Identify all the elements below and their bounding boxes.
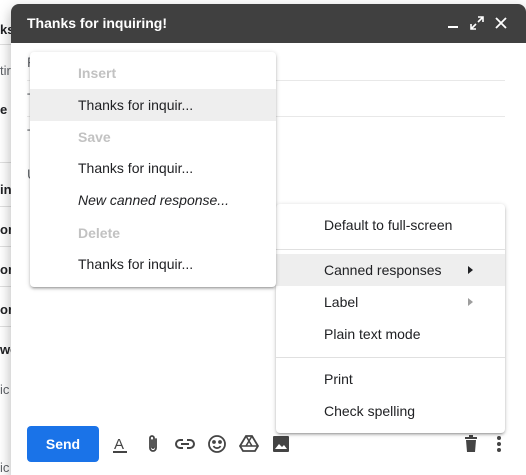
- formatting-options-icon[interactable]: A: [110, 433, 132, 455]
- save-section-header: Save: [78, 129, 111, 145]
- submenu-arrow-icon: [468, 266, 473, 274]
- attach-file-icon[interactable]: [142, 433, 164, 455]
- insert-canned-response-item[interactable]: Thanks for inquir...: [30, 89, 276, 121]
- menu-divider: [276, 357, 505, 358]
- google-drive-icon[interactable]: [238, 433, 260, 455]
- submenu-arrow-icon: [468, 298, 473, 306]
- inbox-text-fragment: e: [0, 102, 8, 117]
- inbox-text-fragment: ic: [0, 382, 10, 397]
- more-options-menu: Default to full-screen Canned responses …: [276, 204, 505, 433]
- inbox-text-fragment: ic: [0, 460, 10, 475]
- menu-item-label: Thanks for inquir...: [78, 97, 194, 113]
- close-icon[interactable]: [491, 13, 511, 33]
- menu-item-label: Print: [324, 371, 353, 387]
- menu-item-print[interactable]: Print: [276, 363, 505, 395]
- menu-item-label: Check spelling: [324, 403, 416, 419]
- menu-divider: [276, 249, 505, 250]
- menu-item-label: Default to full-screen: [324, 217, 453, 233]
- more-options-icon[interactable]: [488, 433, 510, 455]
- canned-responses-submenu: Insert Thanks for inquir... Save Thanks …: [30, 52, 276, 287]
- menu-item-label-submenu[interactable]: Label: [276, 286, 505, 318]
- menu-item-label: Thanks for inquir...: [78, 160, 194, 176]
- menu-item-check-spelling[interactable]: Check spelling: [276, 395, 505, 427]
- menu-item-label: New canned response...: [78, 192, 229, 208]
- fullscreen-icon[interactable]: [467, 13, 487, 33]
- menu-item-label: Thanks for inquir...: [78, 256, 194, 272]
- insert-section-header: Insert: [78, 65, 117, 81]
- minimize-icon[interactable]: [443, 13, 463, 33]
- compose-title: Thanks for inquiring!: [27, 15, 167, 31]
- insert-photo-icon[interactable]: [270, 433, 292, 455]
- menu-item-plain-text-mode[interactable]: Plain text mode: [276, 318, 505, 350]
- delete-canned-response-item[interactable]: Thanks for inquir...: [30, 248, 276, 280]
- menu-item-canned-responses[interactable]: Canned responses: [276, 254, 505, 286]
- new-canned-response-item[interactable]: New canned response...: [30, 184, 276, 216]
- compose-header[interactable]: Thanks for inquiring!: [11, 4, 526, 43]
- save-canned-response-item[interactable]: Thanks for inquir...: [30, 152, 276, 184]
- menu-item-label: Canned responses: [324, 262, 442, 278]
- insert-link-icon[interactable]: [174, 433, 196, 455]
- send-button[interactable]: Send: [27, 426, 99, 462]
- menu-item-label: Plain text mode: [324, 326, 421, 342]
- inbox-text-fragment: in: [0, 182, 12, 197]
- svg-text:A: A: [114, 436, 124, 453]
- discard-draft-icon[interactable]: [460, 433, 482, 455]
- menu-item-default-full-screen[interactable]: Default to full-screen: [276, 209, 505, 241]
- menu-item-label: Label: [324, 294, 359, 310]
- delete-section-header: Delete: [78, 225, 121, 241]
- inbox-text-fragment: tir: [0, 63, 11, 78]
- emoji-icon[interactable]: [206, 433, 228, 455]
